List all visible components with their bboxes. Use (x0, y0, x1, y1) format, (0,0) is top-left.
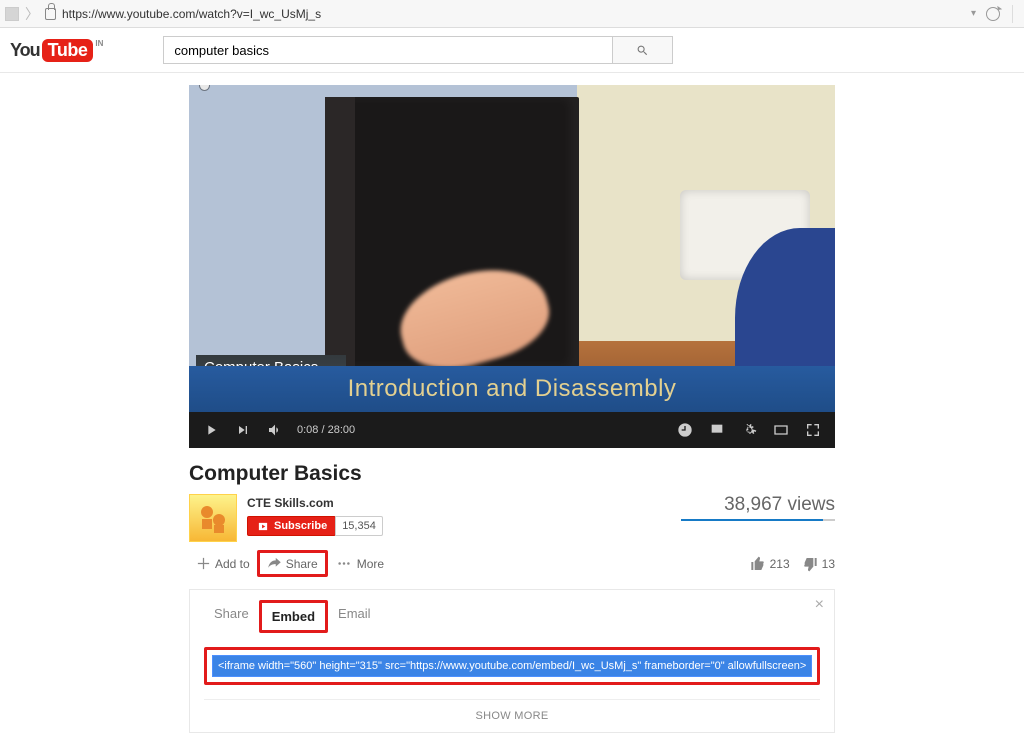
tab-share[interactable]: Share (204, 600, 259, 633)
channel-avatar[interactable] (189, 494, 237, 542)
next-button[interactable] (227, 422, 259, 438)
video-title: Computer Basics (189, 462, 835, 486)
thumb-down-icon (802, 556, 818, 572)
settings-button[interactable] (733, 422, 765, 438)
youtube-logo[interactable]: You Tube IN (10, 39, 103, 62)
highlight-share: Share (257, 550, 328, 577)
views-box: 38,967 views (681, 494, 835, 542)
video-player[interactable]: Computer Basics Introduction and Disasse… (189, 85, 835, 448)
plus-icon (196, 556, 211, 571)
like-button[interactable]: 213 (750, 556, 790, 572)
share-tabs: Share Embed Email (204, 600, 820, 633)
tab-email[interactable]: Email (328, 600, 381, 633)
nav-arrow-icon[interactable]: 〉 (25, 4, 39, 24)
site-header: You Tube IN (0, 28, 1024, 73)
ellipsis-icon (335, 556, 353, 571)
video-title-banner: Introduction and Disassembly (189, 366, 835, 412)
volume-button[interactable] (259, 422, 291, 438)
search-button[interactable] (613, 36, 673, 64)
subscribe-button[interactable]: Subscribe (247, 516, 336, 536)
channel-name[interactable]: CTE Skills.com (247, 496, 383, 510)
browser-address-bar: 〉 https://www.youtube.com/watch?v=I_wc_U… (0, 0, 1024, 28)
logo-country-code: IN (95, 39, 103, 48)
like-ratio-bar (681, 519, 835, 521)
fullscreen-button[interactable] (797, 422, 829, 438)
subscriber-count: 15,354 (335, 516, 383, 536)
logo-text-you: You (10, 40, 40, 61)
thumb-up-icon (750, 556, 766, 572)
action-row: Add to Share More 213 13 (189, 550, 835, 577)
channel-info: CTE Skills.com Subscribe 15,354 (247, 494, 383, 542)
share-arrow-icon (267, 556, 282, 571)
player-controls: 0:08 / 28:00 (189, 412, 835, 448)
youtube-play-icon (256, 521, 270, 532)
subtitles-button[interactable] (701, 422, 733, 438)
channel-row: CTE Skills.com Subscribe 15,354 38,967 v… (189, 494, 835, 542)
highlight-embed-field (204, 647, 820, 685)
main-content: Computer Basics Introduction and Disasse… (189, 73, 835, 733)
toolbar-separator (1012, 5, 1013, 23)
avatar-icon (196, 501, 230, 535)
view-count: 38,967 views (681, 494, 835, 516)
search-form (163, 36, 673, 64)
favicon-icon (5, 7, 19, 21)
tab-embed[interactable]: Embed (262, 603, 325, 630)
url-field[interactable]: https://www.youtube.com/watch?v=I_wc_UsM… (62, 7, 961, 21)
more-button[interactable]: More (328, 553, 391, 574)
highlight-embed: Embed (259, 600, 328, 633)
share-panel: × Share Embed Email Show More (189, 589, 835, 733)
likes-row: 213 13 (738, 556, 835, 572)
time-display: 0:08 / 28:00 (297, 424, 355, 436)
reload-icon[interactable] (986, 7, 1000, 21)
share-button[interactable]: Share (260, 553, 325, 574)
url-dropdown-icon[interactable]: ▾ (971, 8, 976, 19)
search-input[interactable] (163, 36, 613, 64)
theater-mode-button[interactable] (765, 422, 797, 438)
logo-text-tube: Tube (42, 39, 94, 62)
lock-icon (45, 8, 56, 20)
dislike-button[interactable]: 13 (802, 556, 835, 572)
close-panel-button[interactable]: × (815, 596, 824, 614)
search-icon (636, 44, 649, 57)
show-more-button[interactable]: Show More (204, 699, 820, 732)
add-to-button[interactable]: Add to (189, 553, 257, 574)
play-button[interactable] (195, 422, 227, 438)
watch-later-button[interactable] (669, 422, 701, 438)
embed-code-field[interactable] (212, 655, 812, 677)
